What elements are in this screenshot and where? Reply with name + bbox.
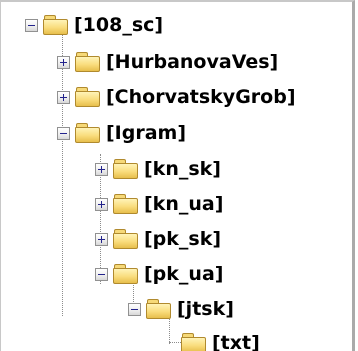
folder-tree-panel: [108_sc] [HurbanovaVes] [ChorvatskyGrob]… xyxy=(0,0,355,351)
tree-node-label: [HurbanovaVes] xyxy=(106,50,279,73)
tree-node-label: [txt] xyxy=(212,331,260,351)
folder-icon xyxy=(75,122,101,144)
expand-icon[interactable] xyxy=(95,197,108,211)
expand-icon[interactable] xyxy=(95,162,108,176)
tree-node-label: [pk_ua] xyxy=(144,262,224,285)
folder-icon xyxy=(75,51,101,73)
folder-icon xyxy=(146,298,172,320)
expand-icon[interactable] xyxy=(57,90,70,104)
tree-node-label: [pk_sk] xyxy=(144,227,222,250)
expand-icon[interactable] xyxy=(95,232,108,246)
tree-node-kn-ua[interactable]: [kn_ua] xyxy=(95,189,223,219)
tree-node-txt[interactable]: [txt] xyxy=(163,328,260,351)
tree-node-label: [kn_ua] xyxy=(144,192,224,215)
tree-node-hurbanovaves[interactable]: [HurbanovaVes] xyxy=(57,47,278,77)
folder-icon xyxy=(113,193,139,215)
tree-node-label: [ChorvatskyGrob] xyxy=(106,85,296,108)
folder-icon xyxy=(113,263,139,285)
tree-node-pk-sk[interactable]: [pk_sk] xyxy=(95,224,221,254)
collapse-icon[interactable] xyxy=(25,18,38,32)
folder-icon xyxy=(43,14,69,36)
collapse-icon[interactable] xyxy=(95,267,108,281)
collapse-icon[interactable] xyxy=(128,302,141,316)
tree-node-jtsk[interactable]: [jtsk] xyxy=(128,294,234,324)
tree-node-chorvatskygrob[interactable]: [ChorvatskyGrob] xyxy=(57,82,296,112)
folder-icon xyxy=(75,86,101,108)
folder-icon xyxy=(181,332,207,351)
expand-icon[interactable] xyxy=(57,55,70,69)
tree-node-label: [108_sc] xyxy=(74,13,164,36)
tree-node-108-sc[interactable]: [108_sc] xyxy=(25,10,163,40)
tree-node-pk-ua[interactable]: [pk_ua] xyxy=(95,259,223,289)
tree-node-igram[interactable]: [Igram] xyxy=(57,118,186,148)
tree-node-label: [jtsk] xyxy=(177,297,234,320)
folder-icon xyxy=(113,158,139,180)
tree-node-kn-sk[interactable]: [kn_sk] xyxy=(95,154,221,184)
tree-node-label: [Igram] xyxy=(106,121,187,144)
tree-node-label: [kn_sk] xyxy=(144,157,221,180)
collapse-icon[interactable] xyxy=(57,126,70,140)
folder-icon xyxy=(113,228,139,250)
